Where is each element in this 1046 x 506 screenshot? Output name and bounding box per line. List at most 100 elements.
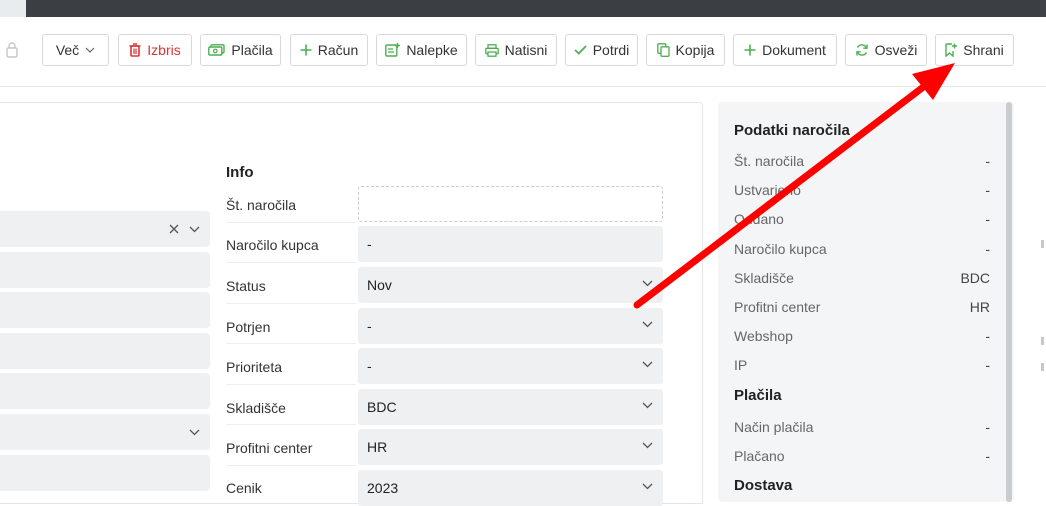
confirm-button[interactable]: Potrdi <box>565 34 638 66</box>
labels-label: Nalepke <box>406 42 458 58</box>
summary-label: Skladišče <box>734 270 794 286</box>
confirmed-label: Potrjen <box>226 319 271 335</box>
refresh-label: Osveži <box>874 42 918 58</box>
top-bar-header <box>26 0 1040 17</box>
summary-row-payment-method: Način plačila - <box>734 419 990 435</box>
copy-icon <box>656 43 670 57</box>
warehouse-select[interactable]: BDC <box>358 389 663 425</box>
refresh-button[interactable]: Osveži <box>845 34 927 66</box>
delete-label: Izbris <box>147 42 181 58</box>
save-button[interactable]: Shrani <box>935 34 1014 66</box>
summary-row-created: Ustvarjeno - <box>734 182 990 198</box>
info-section-title: Info <box>226 164 254 181</box>
left-field-3[interactable] <box>0 292 210 328</box>
copy-label: Kopija <box>675 42 715 58</box>
summary-row-webshop: Webshop - <box>734 328 990 344</box>
payments-label: Plačila <box>231 42 273 58</box>
warehouse-label: Skladišče <box>226 400 286 416</box>
summary-label: Način plačila <box>734 419 814 435</box>
label-add-icon <box>385 43 401 57</box>
top-bar-tab[interactable] <box>0 0 26 17</box>
customer-order-value: - <box>367 236 372 252</box>
pricelist-select[interactable]: 2023 <box>358 470 663 506</box>
chevron-down-icon <box>642 280 653 287</box>
print-label: Natisni <box>504 42 548 58</box>
summary-value: BDC <box>960 270 990 286</box>
lock-icon[interactable] <box>5 41 19 59</box>
summary-label: Plačano <box>734 448 785 464</box>
chevron-down-icon <box>642 361 653 368</box>
delete-button[interactable]: Izbris <box>118 34 192 66</box>
left-field-7[interactable] <box>0 455 210 491</box>
profit-center-select[interactable]: HR <box>358 429 663 465</box>
summary-row-order-number: Št. naročila - <box>734 153 990 169</box>
summary-row-paid: Plačano - <box>734 448 990 464</box>
left-field-4[interactable] <box>0 333 210 369</box>
customer-order-label: Naročilo kupca <box>226 237 319 253</box>
pricelist-value: 2023 <box>367 480 399 496</box>
customer-order-field: - <box>358 226 663 262</box>
row-divider <box>226 303 356 304</box>
summary-value: HR <box>969 299 990 315</box>
confirm-label: Potrdi <box>592 42 630 58</box>
more-label: Več <box>55 42 80 58</box>
chevron-down-icon <box>642 402 653 409</box>
chevron-down-icon <box>85 47 95 53</box>
summary-label: Profitni center <box>734 299 821 315</box>
summary-value: - <box>985 448 990 464</box>
save-label: Shrani <box>963 42 1004 58</box>
order-number-label: Št. naročila <box>226 197 297 213</box>
row-divider <box>226 384 356 385</box>
summary-label: IP <box>734 357 748 373</box>
chevron-down-icon <box>642 442 653 449</box>
left-field-5[interactable] <box>0 373 210 409</box>
labels-button[interactable]: Nalepke <box>376 34 467 66</box>
print-button[interactable]: Natisni <box>475 34 557 66</box>
printer-icon <box>484 43 499 57</box>
chevron-down-icon <box>642 321 653 328</box>
summary-label: Št. naročila <box>734 153 805 169</box>
summary-row-profit-center: Profitni center HR <box>734 299 990 315</box>
summary-value: - <box>985 153 990 169</box>
money-icon <box>208 44 226 56</box>
check-icon <box>574 45 587 55</box>
summary-value: - <box>985 357 990 373</box>
refresh-icon <box>855 44 868 56</box>
priority-label: Prioriteta <box>226 359 283 375</box>
summary-label: Oddano <box>734 211 784 227</box>
summary-value: - <box>985 211 990 227</box>
row-divider <box>226 222 356 223</box>
row-divider <box>226 343 356 344</box>
row-divider <box>226 262 356 263</box>
confirmed-select[interactable]: - <box>358 308 663 344</box>
document-button[interactable]: Dokument <box>733 34 837 66</box>
sidebar-scrollbar[interactable] <box>1006 102 1012 502</box>
payments-button[interactable]: Plačila <box>200 34 281 66</box>
summary-label: Ustvarjeno <box>734 182 801 198</box>
document-label: Dokument <box>762 42 826 58</box>
left-select-6[interactable] <box>0 414 210 450</box>
summary-value: - <box>985 182 990 198</box>
trash-icon <box>129 43 141 57</box>
copy-button[interactable]: Kopija <box>646 34 725 66</box>
profit-center-label: Profitni center <box>226 440 313 456</box>
order-data-title: Podatki naročila <box>734 122 850 139</box>
clear-icon[interactable] <box>169 224 179 234</box>
bookmark-save-icon <box>945 43 958 57</box>
order-summary-panel: Podatki naročila Št. naročila - Ustvarjen… <box>718 102 1014 502</box>
order-number-input[interactable] <box>358 186 663 222</box>
status-value: Nov <box>367 277 392 293</box>
left-field-2[interactable] <box>0 252 210 288</box>
status-select[interactable]: Nov <box>358 267 663 303</box>
chevron-down-icon <box>189 226 200 233</box>
invoice-button[interactable]: Račun <box>290 34 368 66</box>
confirmed-value: - <box>367 318 372 334</box>
customer-select[interactable] <box>0 211 210 247</box>
window-top-bar <box>0 0 1046 17</box>
chevron-down-icon <box>189 429 200 436</box>
more-dropdown-button[interactable]: Več <box>42 34 109 66</box>
plus-icon <box>300 44 312 56</box>
status-label: Status <box>226 278 266 294</box>
invoice-label: Račun <box>317 42 359 58</box>
priority-select[interactable]: - <box>358 348 663 384</box>
